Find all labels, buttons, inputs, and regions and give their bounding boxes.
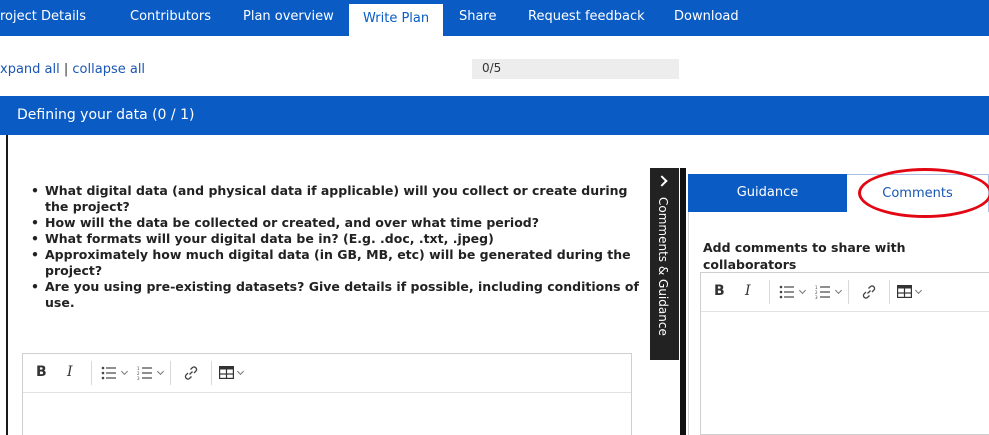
italic-button[interactable]: I [67, 364, 73, 380]
toolbar-separator [848, 280, 849, 304]
bold-button[interactable]: B [714, 283, 725, 299]
comments-guidance-toggle[interactable]: Comments & Guidance [650, 168, 679, 360]
toolbar-separator [170, 361, 171, 385]
table-icon[interactable] [219, 366, 234, 379]
expand-collapse-controls: xpand all | collapse all [0, 62, 145, 77]
question-item: Approximately how much digital data (in … [29, 247, 649, 279]
toolbar-separator [889, 280, 890, 304]
chevron-down-icon[interactable] [914, 286, 923, 295]
bullet-list-icon[interactable] [779, 285, 795, 299]
question-item: How will the data be collected or create… [29, 215, 649, 231]
tab-contributors[interactable]: Contributors [130, 0, 211, 36]
toolbar-separator [211, 361, 212, 385]
tab-plan-overview[interactable]: Plan overview [243, 0, 334, 36]
chevron-down-icon[interactable] [798, 286, 807, 295]
numbered-list-icon[interactable]: 1 2 3 [815, 285, 831, 299]
bullet-list-icon[interactable] [101, 366, 117, 380]
link-icon[interactable] [861, 284, 877, 300]
tab-project-details[interactable]: roject Details [0, 0, 86, 36]
section-header[interactable]: Defining your data (0 / 1) [0, 96, 989, 135]
editor-toolbar: B I 1 2 3 [23, 354, 631, 393]
svg-text:3: 3 [815, 295, 818, 299]
chevron-down-icon[interactable] [236, 367, 245, 376]
question-item: What digital data (and physical data if … [29, 183, 649, 215]
toolbar-separator [769, 280, 770, 304]
collapse-all-link[interactable]: collapse all [72, 62, 145, 77]
question-item: Are you using pre-existing datasets? Giv… [29, 279, 649, 311]
top-navigation: roject Details Contributors Plan overvie… [0, 0, 989, 36]
tab-request-feedback[interactable]: Request feedback [528, 0, 645, 36]
tab-download[interactable]: Download [674, 0, 739, 36]
link-separator: | [63, 62, 69, 77]
italic-button[interactable]: I [745, 283, 751, 299]
tab-write-plan[interactable]: Write Plan [349, 4, 444, 36]
chevron-down-icon[interactable] [120, 367, 129, 376]
table-icon[interactable] [897, 285, 912, 298]
progress-text: 0/5 [482, 61, 502, 75]
section-title: Defining your data (0 / 1) [17, 107, 195, 123]
comments-panel: Add comments to share with collaborators… [688, 212, 989, 435]
expand-all-link[interactable]: xpand all [0, 62, 60, 77]
comment-editor[interactable]: B I 1 2 3 [700, 272, 989, 435]
question-guidance-list: What digital data (and physical data if … [29, 183, 649, 311]
question-item: What formats will your digital data be i… [29, 231, 649, 247]
tab-share[interactable]: Share [459, 0, 497, 36]
bold-button[interactable]: B [36, 364, 47, 380]
section-left-border [6, 135, 8, 435]
progress-bar: 0/5 [472, 59, 679, 79]
side-tab-label: Comments & Guidance [656, 197, 670, 336]
chevron-down-icon[interactable] [834, 286, 843, 295]
panel-divider [680, 168, 686, 435]
toolbar-separator [91, 361, 92, 385]
chevron-down-icon[interactable] [156, 367, 165, 376]
link-icon[interactable] [183, 365, 199, 381]
chevron-right-icon [656, 175, 668, 187]
comment-editor-toolbar: B I 1 2 3 [701, 273, 989, 312]
tab-guidance[interactable]: Guidance [688, 174, 847, 212]
numbered-list-icon[interactable]: 1 2 3 [137, 366, 153, 380]
svg-text:3: 3 [137, 376, 140, 380]
answer-editor[interactable]: B I 1 2 3 [22, 353, 632, 435]
highlight-circle [858, 168, 989, 218]
comments-heading: Add comments to share with collaborators [703, 240, 906, 272]
